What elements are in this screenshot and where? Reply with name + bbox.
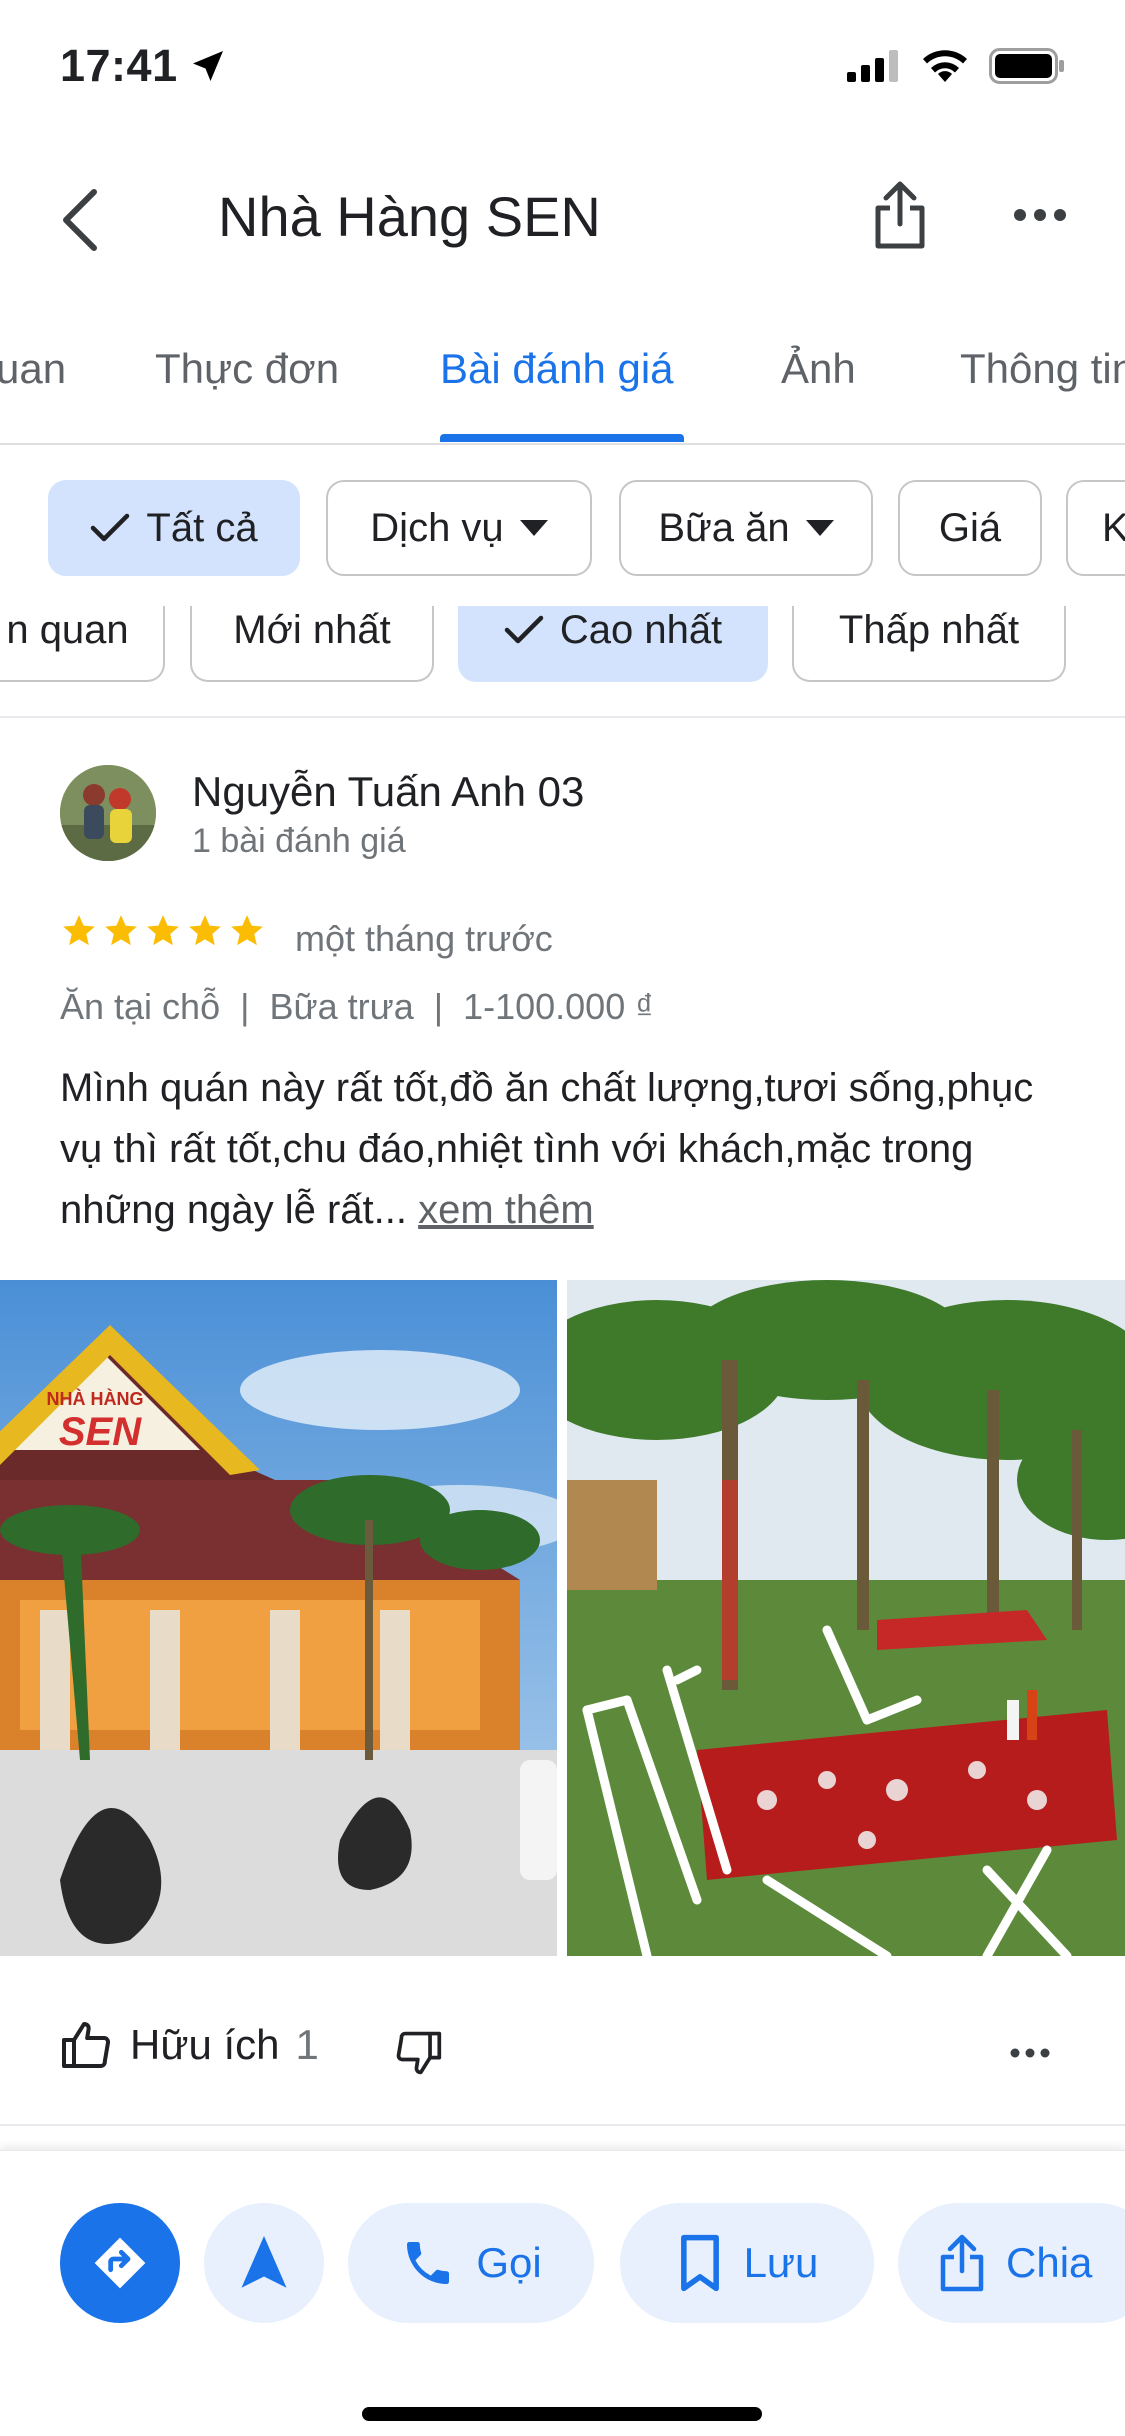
section-divider (0, 2124, 1125, 2126)
meta-separator: | (433, 986, 444, 1027)
wifi-icon (923, 50, 967, 82)
more-horizontal-icon (1010, 2048, 1050, 2058)
chip-service[interactable]: Dịch vụ (326, 480, 592, 576)
star-icon (147, 915, 179, 946)
review-text: Mình quán này rất tốt,đồ ăn chất lượng,t… (60, 1058, 1070, 1241)
chip-lowest[interactable]: Thấp nhất (792, 606, 1066, 682)
filter-chips-row: Tất cả Dịch vụ Bữa ăn Giá K (0, 476, 1125, 586)
directions-icon (94, 2237, 146, 2289)
thumbs-down-icon (396, 2031, 442, 2075)
call-button[interactable]: Gọi (348, 2203, 594, 2323)
chip-newest-label: Mới nhất (233, 607, 391, 652)
location-arrow-icon (192, 51, 223, 81)
chip-all-label: Tất cả (146, 505, 258, 550)
status-indicators (847, 48, 1065, 84)
chip-relevant[interactable]: n quan (0, 606, 165, 682)
tab-menu[interactable]: Thực đơn (155, 345, 339, 393)
dropdown-arrow-icon (805, 520, 834, 536)
page-title: Nhà Hàng SEN (218, 185, 601, 248)
avatar-image (60, 765, 156, 861)
share-label: Chia (1006, 2239, 1093, 2286)
review-photos: NHÀ HÀNG SEN (0, 1280, 1125, 1956)
directions-button[interactable] (60, 2203, 180, 2323)
chip-service-label: Dịch vụ (370, 505, 504, 550)
helpful-label: Hữu ích (130, 2021, 280, 2068)
home-indicator (362, 2407, 762, 2421)
meta-separator: | (240, 986, 250, 1027)
navigation-arrow-icon (241, 2236, 287, 2288)
star-icon (63, 915, 95, 946)
chip-all[interactable]: Tất cả (48, 480, 300, 576)
checkmark-icon (504, 615, 544, 644)
review-time: một tháng trước (295, 918, 553, 959)
reviewer-name[interactable]: Nguyễn Tuấn Anh 03 (192, 768, 584, 816)
star-rating (60, 912, 266, 950)
share-place-button[interactable]: Chia (898, 2203, 1125, 2323)
share-button[interactable] (860, 175, 940, 255)
battery-icon (989, 48, 1064, 84)
status-bar: 17:41 (0, 0, 1125, 140)
cellular-signal-icon (847, 50, 898, 82)
tab-reviews[interactable]: Bài đánh giá (440, 345, 674, 393)
share-icon (940, 2234, 984, 2292)
bottom-action-bar: Gọi Lưu Chia (0, 2150, 1125, 2436)
chip-highest[interactable]: Cao nhất (458, 606, 768, 682)
meta-dine-type: Ăn tại chỗ (60, 986, 221, 1027)
chip-lowest-label: Thấp nhất (838, 607, 1020, 652)
reviewer-review-count: 1 bài đánh giá (192, 822, 406, 860)
review-more-button[interactable] (1000, 2018, 1060, 2088)
helpful-button[interactable]: Hữu ích 1 (60, 2020, 319, 2070)
avatar[interactable] (60, 765, 156, 861)
review-photo-1[interactable]: NHÀ HÀNG SEN (0, 1280, 557, 1956)
sort-chips-row: n quan Mới nhất Cao nhất Thấp nhất (0, 606, 1125, 682)
sign-text-main: SEN (59, 1410, 142, 1454)
save-button[interactable]: Lưu (620, 2203, 874, 2323)
bookmark-icon (680, 2234, 719, 2292)
chip-newest[interactable]: Mới nhất (190, 606, 434, 682)
status-time: 17:41 (60, 40, 228, 92)
more-horizontal-icon (1014, 209, 1066, 221)
tab-info[interactable]: Thông tin (960, 345, 1125, 393)
status-time-text: 17:41 (60, 40, 178, 91)
not-helpful-button[interactable] (388, 2018, 448, 2088)
tab-photos[interactable]: Ảnh (781, 345, 856, 393)
review-meta: Ăn tại chỗ | Bữa trưa | 1-100.000 ₫ (60, 986, 654, 1028)
thumbs-up-icon (62, 2022, 111, 2068)
active-tab-indicator (440, 434, 684, 442)
phone-icon (407, 2242, 450, 2284)
share-icon (875, 181, 925, 249)
tab-bar: uan Thực đơn Bài đánh giá Ảnh Thông tin (0, 330, 1125, 445)
back-button[interactable] (40, 180, 120, 260)
header: Nhà Hàng SEN (0, 140, 1125, 290)
restaurant-photo: NHÀ HÀNG SEN (0, 1280, 557, 1956)
call-label: Gọi (476, 2239, 542, 2286)
chip-price[interactable]: Giá (898, 480, 1042, 576)
checkmark-icon (91, 513, 130, 542)
meta-price: 1-100.000 ₫ (463, 986, 654, 1027)
more-options-button[interactable] (1000, 175, 1080, 255)
section-divider (0, 716, 1125, 718)
start-navigation-button[interactable] (204, 2203, 324, 2323)
review-photo-2[interactable] (567, 1280, 1125, 1956)
read-more-link[interactable]: xem thêm (418, 1188, 594, 1232)
dropdown-arrow-icon (519, 520, 548, 536)
chip-price-label: Giá (938, 505, 1002, 550)
sign-text-top: NHÀ HÀNG (47, 1388, 144, 1409)
chip-relevant-label: n quan (6, 607, 129, 652)
meta-meal-type: Bữa trưa (269, 986, 414, 1027)
tab-overview[interactable]: uan (0, 345, 66, 393)
chip-partial[interactable]: K (1066, 480, 1125, 576)
chip-meal-label: Bữa ăn (658, 505, 790, 550)
chip-partial-label: K (1102, 505, 1125, 550)
star-icon (231, 915, 263, 946)
chip-highest-label: Cao nhất (559, 607, 723, 652)
chip-meal[interactable]: Bữa ăn (619, 480, 873, 576)
chevron-left-icon (63, 189, 97, 251)
star-icon (189, 915, 221, 946)
garden-photo (567, 1280, 1125, 1956)
star-icon (105, 915, 137, 946)
helpful-count: 1 (295, 2021, 319, 2068)
save-label: Lưu (743, 2239, 819, 2286)
